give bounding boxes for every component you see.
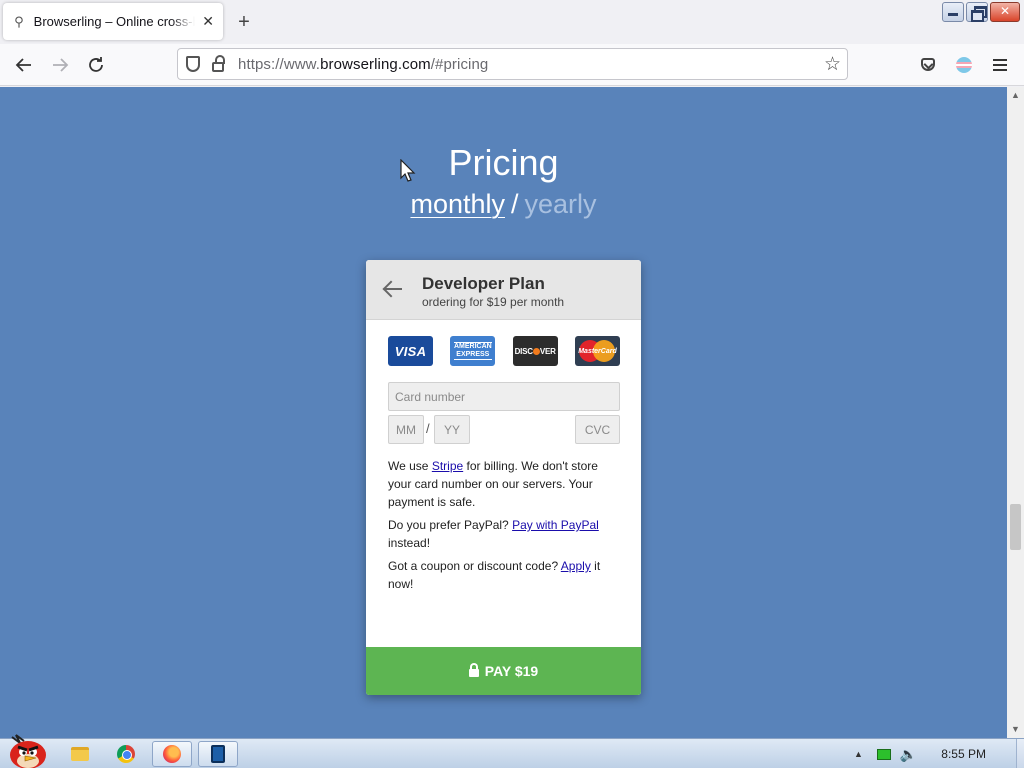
account-avatar-icon: [956, 57, 972, 73]
taskbar: ▲ 🔈 8:55 PM: [0, 734, 1024, 768]
secure-lock-icon[interactable]: [212, 55, 225, 72]
application-icon: [211, 745, 225, 763]
reload-button[interactable]: [84, 53, 108, 77]
taskbar-chrome[interactable]: [106, 741, 146, 767]
monthly-link[interactable]: monthly: [410, 189, 505, 219]
page-scrollbar[interactable]: ▲ ▼: [1007, 87, 1024, 738]
pocket-icon: [921, 58, 935, 71]
browserling-favicon-icon: ⚲: [14, 13, 24, 29]
show-desktop-button[interactable]: [1016, 739, 1024, 768]
back-button[interactable]: [12, 53, 36, 77]
tab-browserling[interactable]: ⚲ Browserling – Online cross-browser tes…: [3, 3, 223, 40]
discover-orange-dot: [532, 347, 540, 355]
show-hidden-icons-icon[interactable]: ▲: [854, 749, 863, 759]
firefox-icon: [163, 745, 181, 763]
mastercard-text: MasterCard: [578, 347, 617, 355]
back-arrow-icon[interactable]: [382, 278, 404, 300]
forward-arrow-icon: [53, 58, 69, 72]
url-domain: browserling.com: [320, 55, 431, 73]
discover-text-right: VER: [539, 346, 556, 356]
amex-top-text: AMERICAN: [453, 343, 492, 350]
paypal-notice-pre: Do you prefer PayPal?: [388, 518, 513, 532]
taskbar-clock[interactable]: 8:55 PM: [941, 747, 986, 761]
checkout-header: Developer Plan ordering for $19 per mont…: [366, 260, 641, 320]
yearly-link[interactable]: yearly: [525, 189, 597, 219]
padlock-icon: [468, 663, 479, 677]
menu-button[interactable]: [988, 53, 1012, 77]
scroll-down-arrow-icon[interactable]: ▼: [1007, 721, 1024, 738]
plan-price-subtitle: ordering for $19 per month: [422, 295, 565, 309]
card-number-input[interactable]: Card number: [388, 382, 620, 411]
discover-text-left: DISC: [514, 346, 534, 356]
paypal-notice-post: instead!: [388, 536, 431, 550]
amex-bottom-text: EXPRESS: [456, 351, 490, 358]
plan-name: Developer Plan: [422, 274, 545, 293]
start-button[interactable]: [6, 731, 50, 768]
coupon-notice: Got a coupon or discount code? Apply it …: [388, 557, 620, 593]
mastercard-logo-icon: MasterCard: [574, 336, 620, 366]
angry-bird-start-icon: [10, 734, 46, 768]
new-tab-button[interactable]: +: [234, 12, 254, 32]
pay-button-label: PAY $19: [484, 663, 539, 679]
back-arrow-icon: [15, 58, 31, 72]
reload-icon: [89, 57, 103, 72]
pay-with-paypal-link[interactable]: Pay with PayPal: [512, 518, 599, 532]
paypal-notice: Do you prefer PayPal? Pay with PayPal in…: [388, 516, 620, 552]
visa-logo-icon: VISA: [388, 336, 433, 366]
restore-button[interactable]: [966, 2, 988, 22]
volume-icon[interactable]: 🔈: [900, 746, 917, 763]
tracking-protection-shield-icon[interactable]: [186, 56, 200, 72]
expiry-year-input[interactable]: YY: [434, 415, 470, 444]
cvc-input[interactable]: CVC: [575, 415, 620, 444]
stripe-notice: We use Stripe for billing. We don't stor…: [388, 457, 620, 511]
apply-coupon-link[interactable]: Apply: [561, 559, 591, 573]
window-controls: [942, 2, 1020, 22]
scroll-up-arrow-icon[interactable]: ▲: [1007, 87, 1024, 104]
scroll-thumb[interactable]: [1010, 504, 1021, 550]
page-viewport: Pricing monthly / yearly Developer Plan or…: [0, 87, 1007, 738]
url-prefix: https://www.: [238, 55, 321, 73]
pay-button[interactable]: PAY $19: [366, 647, 641, 695]
pocket-button[interactable]: [916, 53, 940, 77]
system-tray: ▲ 🔈 8:55 PM: [854, 739, 1024, 768]
bookmark-star-icon[interactable]: ☆: [824, 53, 841, 76]
expiry-month-input[interactable]: MM: [388, 415, 424, 444]
chrome-icon: [117, 745, 135, 763]
taskbar-explorer[interactable]: [60, 741, 100, 767]
period-separator: /: [511, 189, 519, 219]
tab-close-icon[interactable]: ✕: [201, 13, 215, 30]
tab-strip: ⚲ Browserling – Online cross-browser tes…: [0, 0, 1024, 44]
coupon-notice-pre: Got a coupon or discount code?: [388, 559, 561, 573]
folder-icon: [71, 747, 89, 761]
accepted-cards: VISA AMERICAN EXPRESS DISC VER MasterCard: [388, 336, 620, 366]
network-icon[interactable]: [876, 748, 891, 760]
close-window-button[interactable]: [990, 2, 1020, 22]
taskbar-firefox[interactable]: [152, 741, 192, 767]
forward-button[interactable]: [48, 53, 72, 77]
stripe-link[interactable]: Stripe: [432, 459, 463, 473]
hamburger-menu-icon: [993, 59, 1007, 71]
checkout-card: Developer Plan ordering for $19 per mont…: [366, 260, 641, 695]
navigation-bar: https://www.browserling.com/#pricing ☆: [0, 44, 1024, 86]
expiry-separator: /: [426, 421, 430, 436]
url-bar[interactable]: https://www.browserling.com/#pricing ☆: [177, 48, 848, 80]
url-suffix: /#pricing: [430, 55, 489, 73]
minimize-button[interactable]: [942, 2, 964, 22]
taskbar-app[interactable]: [198, 741, 238, 767]
page-title: Pricing: [448, 142, 559, 183]
tab-title: Browserling – Online cross-browser testi…: [33, 14, 196, 29]
url-text[interactable]: https://www.browserling.com/#pricing: [238, 56, 488, 73]
stripe-notice-pre: We use: [388, 459, 432, 473]
discover-logo-icon: DISC VER: [512, 336, 558, 366]
amex-logo-icon: AMERICAN EXPRESS: [450, 336, 496, 366]
billing-period-toggle: monthly / yearly: [0, 189, 1007, 220]
account-button[interactable]: [952, 53, 976, 77]
